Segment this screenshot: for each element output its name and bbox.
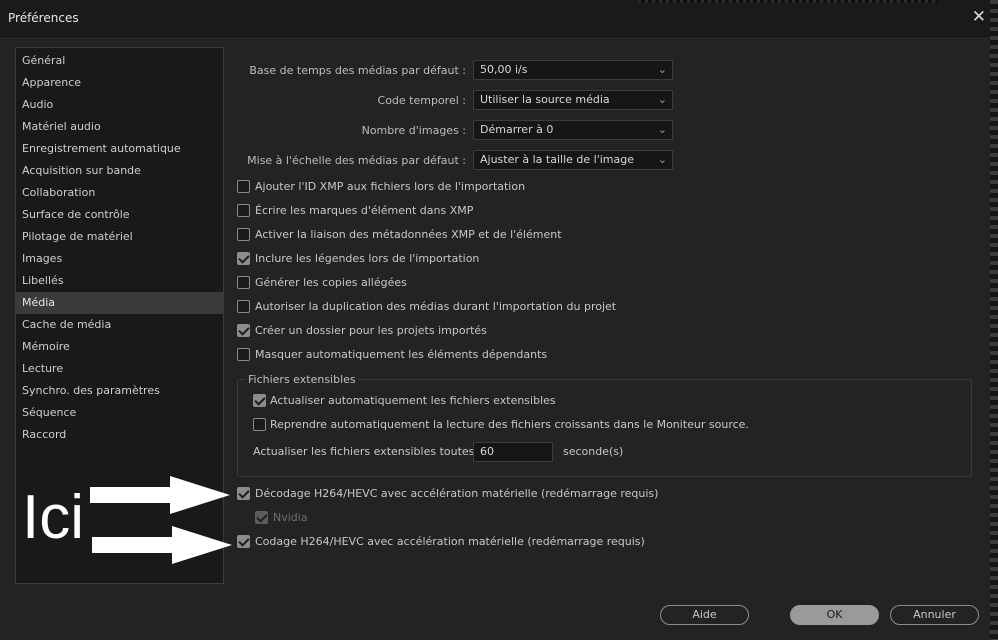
chevron-down-icon: ⌄: [657, 93, 667, 106]
link-metadata-checkbox[interactable]: [237, 228, 250, 241]
frame-count-value: Démarrer à 0: [480, 123, 554, 136]
write-clip-markers-label: Écrire les marques d'élément dans XMP: [255, 204, 474, 217]
sidebar-item-memory[interactable]: Mémoire: [16, 336, 223, 358]
timebase-label: Base de temps des médias par défaut :: [249, 64, 466, 77]
resume-playback-label: Reprendre automatiquement la lecture des…: [270, 418, 749, 431]
frame-count-select[interactable]: Démarrer à 0 ⌄: [473, 120, 673, 140]
hw-decoding-checkbox[interactable]: [237, 487, 250, 500]
sidebar-item-capture[interactable]: Acquisition sur bande: [16, 160, 223, 182]
nvidia-checkbox: [255, 511, 268, 524]
sidebar-item-playback[interactable]: Lecture: [16, 358, 223, 380]
write-clip-markers-checkbox[interactable]: [237, 204, 250, 217]
nvidia-label: Nvidia: [273, 511, 308, 524]
chevron-down-icon: ⌄: [657, 63, 667, 76]
auto-refresh-label: Actualiser automatiquement les fichiers …: [270, 394, 556, 407]
sidebar-item-audio[interactable]: Audio: [16, 94, 223, 116]
sidebar-item-sync-settings[interactable]: Synchro. des paramètres: [16, 380, 223, 402]
media-scaling-label: Mise à l'échelle des médias par défaut :: [247, 154, 466, 167]
auto-refresh-checkbox[interactable]: [253, 394, 266, 407]
xmp-id-checkbox[interactable]: [237, 180, 250, 193]
chevron-down-icon: ⌄: [657, 123, 667, 136]
allow-duplicate-media-label: Autoriser la duplication des médias dura…: [255, 300, 617, 313]
generate-proxies-checkbox[interactable]: [237, 276, 250, 289]
sidebar-item-graphics[interactable]: Images: [16, 248, 223, 270]
create-folder-label: Créer un dossier pour les projets import…: [255, 324, 487, 337]
frame-count-label: Nombre d'images :: [361, 124, 466, 137]
hw-encoding-label: Codage H264/HEVC avec accélération matér…: [255, 535, 645, 548]
include-captions-label: Inclure les légendes lors de l'importati…: [255, 252, 480, 265]
background-strip-top: [638, 0, 938, 3]
chevron-down-icon: ⌄: [657, 153, 667, 166]
refresh-interval-label: Actualiser les fichiers extensibles tout…: [253, 445, 494, 458]
sidebar-item-appearance[interactable]: Apparence: [16, 72, 223, 94]
link-metadata-label: Activer la liaison des métadonnées XMP e…: [255, 228, 562, 241]
arrow-right-icon: [92, 526, 232, 564]
create-folder-checkbox[interactable]: [237, 324, 250, 337]
growing-files-title: Fichiers extensibles: [246, 373, 358, 386]
resume-playback-checkbox[interactable]: [253, 418, 266, 431]
sidebar-item-labels[interactable]: Libellés: [16, 270, 223, 292]
refresh-interval-unit: seconde(s): [563, 445, 624, 458]
help-button[interactable]: Aide: [660, 605, 749, 625]
sidebar-item-collaboration[interactable]: Collaboration: [16, 182, 223, 204]
cancel-button[interactable]: Annuler: [890, 605, 979, 625]
sidebar-item-media-cache[interactable]: Cache de média: [16, 314, 223, 336]
include-captions-checkbox[interactable]: [237, 252, 250, 265]
xmp-id-label: Ajouter l'ID XMP aux fichiers lors de l'…: [255, 180, 526, 193]
window-title: Préférences: [8, 11, 79, 25]
allow-duplicate-media-checkbox[interactable]: [237, 300, 250, 313]
media-scaling-value: Ajuster à la taille de l'image: [480, 153, 634, 166]
annotation-text: Ici: [22, 483, 84, 552]
sidebar-item-control-surface[interactable]: Surface de contrôle: [16, 204, 223, 226]
sidebar-item-auto-save[interactable]: Enregistrement automatique: [16, 138, 223, 160]
auto-hide-dependents-checkbox[interactable]: [237, 348, 250, 361]
refresh-interval-input[interactable]: 60: [473, 442, 553, 462]
sidebar-item-device-control[interactable]: Pilotage de matériel: [16, 226, 223, 248]
arrow-right-icon: [90, 476, 230, 514]
hw-encoding-checkbox[interactable]: [237, 535, 250, 548]
ok-button[interactable]: OK: [790, 605, 879, 625]
auto-hide-dependents-label: Masquer automatiquement les éléments dép…: [255, 348, 548, 361]
timecode-label: Code temporel :: [377, 94, 466, 107]
timecode-select[interactable]: Utiliser la source média ⌄: [473, 90, 673, 110]
sidebar-item-media[interactable]: Média: [16, 292, 223, 314]
hw-decoding-label: Décodage H264/HEVC avec accélération mat…: [255, 487, 659, 500]
sidebar-item-trim[interactable]: Raccord: [16, 424, 223, 446]
sidebar-item-general[interactable]: Général: [16, 50, 223, 72]
timecode-value: Utiliser la source média: [480, 93, 610, 106]
title-bar: Préférences ✕: [0, 0, 998, 37]
media-scaling-select[interactable]: Ajuster à la taille de l'image ⌄: [473, 150, 673, 170]
generate-proxies-label: Générer les copies allégées: [255, 276, 407, 289]
sidebar-item-sequence[interactable]: Séquence: [16, 402, 223, 424]
sidebar-item-audio-hardware[interactable]: Matériel audio: [16, 116, 223, 138]
timebase-value: 50,00 i/s: [480, 63, 528, 76]
timebase-select[interactable]: 50,00 i/s ⌄: [473, 60, 673, 80]
background-strip-right: [990, 0, 998, 640]
close-icon[interactable]: ✕: [972, 7, 986, 27]
